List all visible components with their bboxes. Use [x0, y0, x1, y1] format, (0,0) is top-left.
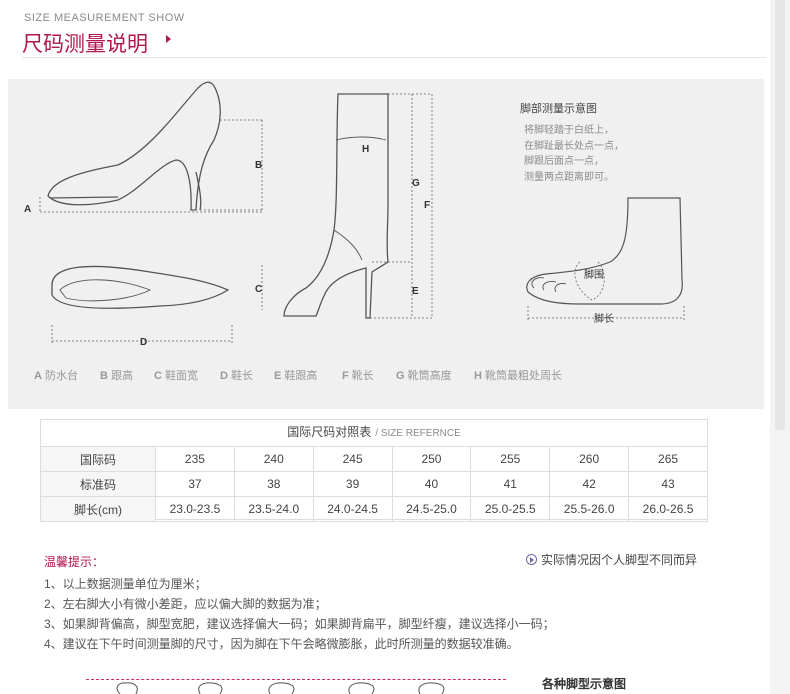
foot-shape-icon: [348, 682, 375, 694]
foot-measure-title: 脚部测量示意图: [520, 103, 597, 115]
size-table-title: 国际尺码对照表 / SIZE REFERNCE: [40, 420, 708, 444]
label-foot-girth: 脚围: [584, 268, 604, 281]
tips-title: 温馨提示：: [44, 555, 105, 569]
table-cell: 42: [549, 471, 630, 497]
legend-item: D 鞋长: [220, 370, 254, 382]
foot-shape-icon: [198, 682, 223, 694]
table-cell: 41: [470, 471, 551, 497]
table-cell: 255: [470, 446, 551, 472]
table-cell: 40: [391, 471, 472, 497]
table-cell: 25.5-26.0: [549, 496, 630, 522]
foot-outline: [526, 197, 683, 305]
legend-item: E 鞋跟高: [274, 370, 318, 382]
label-f: F: [424, 200, 430, 211]
list-item: 2、左右脚大小有微小差距，应以偏大脚的数据为准；: [44, 597, 327, 611]
table-cell: 235: [155, 446, 235, 472]
table-row: 国际码 235 240 245 250 255 260 265: [40, 446, 708, 472]
list-item: 4、建议在下午时间测量脚的尺寸，因为脚在下午会略微膨胀，此时所测量的数据较准确。: [44, 637, 519, 651]
label-c: C: [255, 284, 262, 295]
table-cell: 240: [233, 446, 314, 472]
label-a: A: [24, 204, 31, 215]
table-cell: 24.5-25.0: [391, 496, 472, 522]
shoe-diagram: A B C D H G F E 脚围 脚长: [24, 81, 685, 348]
foot-shape-icon: [268, 682, 295, 694]
legend-item: H 靴筒最粗处周长: [474, 370, 563, 382]
legend-item: A 防水台: [34, 370, 79, 382]
note-text: 实际情况因个人脚型不同而异: [541, 553, 698, 567]
legend-item: F 靴长: [342, 370, 374, 382]
label-h: H: [362, 144, 369, 155]
pump-side-outline: [47, 81, 221, 211]
table-cell: 37: [155, 471, 235, 497]
label-e: E: [412, 286, 419, 297]
table-cell: 250: [391, 446, 472, 472]
size-table-title-en: / SIZE REFERNCE: [375, 428, 461, 439]
label-g: G: [412, 178, 420, 189]
play-circle-icon: [526, 554, 537, 565]
foot-shape-icon: [116, 682, 138, 694]
table-row-header: 标准码: [40, 471, 156, 497]
table-row: 标准码 37 38 39 40 41 42 43: [40, 471, 708, 497]
label-d: D: [140, 337, 147, 348]
table-cell: 25.0-25.5: [470, 496, 551, 522]
foot-measure-desc: 将脚轻踏于白纸上， 在脚趾最长处点一点， 脚跟后面点一点， 测量两点距离即可。: [524, 125, 624, 183]
table-row-header: 国际码: [40, 446, 156, 472]
legend-item: G 靴筒高度: [396, 370, 452, 382]
foot-shape-icon: [418, 682, 445, 694]
pump-top-outline: [51, 265, 230, 309]
table-cell: 39: [312, 471, 393, 497]
legend-item: B 跟高: [100, 370, 134, 382]
table-cell: 38: [233, 471, 314, 497]
table-cell: 23.5-24.0: [233, 496, 314, 522]
size-table: 国际码 235 240 245 250 255 260 265 标准码 37 3…: [40, 446, 708, 522]
foot-shapes-icons: [116, 682, 445, 694]
table-cell: 24.0-24.5: [312, 496, 393, 522]
tips-list: 1、以上数据测量单位为厘米； 2、左右脚大小有微小差距，应以偏大脚的数据为准； …: [44, 574, 555, 654]
list-item: 3、如果脚背偏高，脚型宽肥，建议选择偏大一码；如果脚背扁平，脚型纤瘦，建议选择小…: [44, 617, 555, 631]
table-cell: 245: [312, 446, 393, 472]
table-cell: 265: [628, 446, 708, 472]
table-cell: 260: [549, 446, 630, 472]
diagram-legend: A 防水台 B 跟高 C 鞋面宽 D 鞋长 E 鞋跟高 F 靴长 G 靴筒高度 …: [34, 367, 562, 383]
size-table-title-cn: 国际尺码对照表: [287, 425, 372, 439]
legend-item: C 鞋面宽: [154, 370, 199, 382]
table-row: 脚长(cm) 23.0-23.5 23.5-24.0 24.0-24.5 24.…: [40, 496, 708, 522]
table-cell: 43: [628, 471, 708, 497]
scrollbar-thumb[interactable]: [775, 0, 785, 430]
boot-outline: [283, 93, 389, 319]
individual-difference-note: 实际情况因个人脚型不同而异: [526, 551, 697, 568]
label-b: B: [255, 160, 262, 171]
table-row-header: 脚长(cm): [40, 496, 156, 522]
list-item: 1、以上数据测量单位为厘米；: [44, 577, 207, 591]
table-cell: 26.0-26.5: [628, 496, 708, 522]
label-foot-length: 脚长: [594, 312, 614, 325]
table-cell: 23.0-23.5: [155, 496, 235, 522]
foot-shapes-title: 各种脚型示意图: [542, 677, 627, 691]
